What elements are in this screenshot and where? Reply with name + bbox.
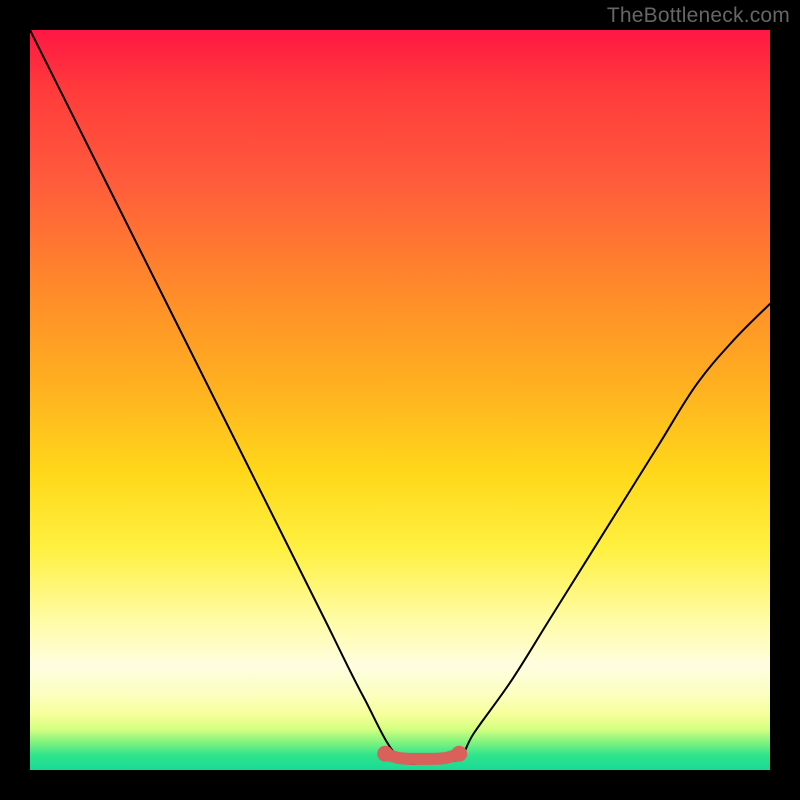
watermark-text: TheBottleneck.com — [607, 4, 790, 28]
optimal-range-highlight — [385, 754, 459, 759]
highlight-end-left — [377, 746, 393, 762]
plot-area — [30, 30, 770, 770]
bottleneck-curve-path — [30, 30, 770, 764]
highlight-end-right — [451, 746, 467, 762]
curve-svg — [30, 30, 770, 770]
chart-frame: TheBottleneck.com — [0, 0, 800, 800]
